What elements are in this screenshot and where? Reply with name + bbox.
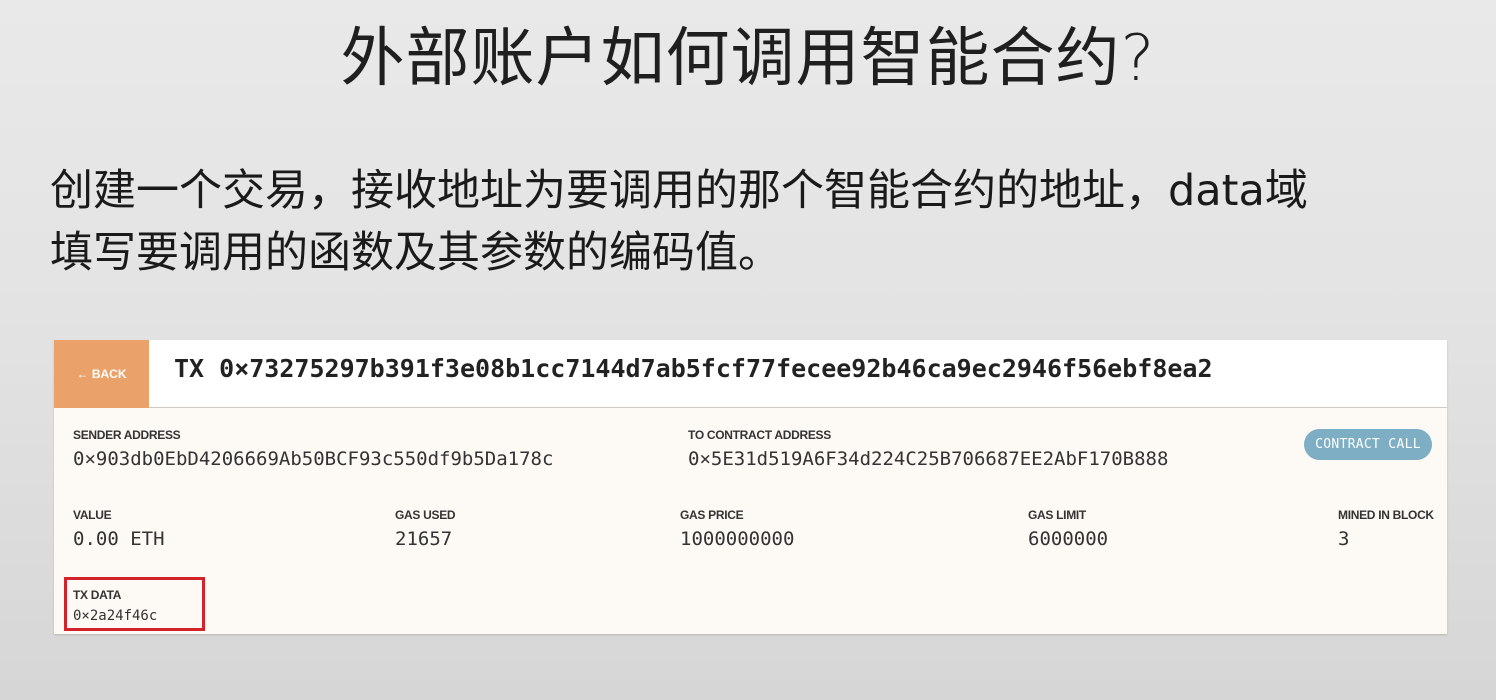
tx-data-highlight-box [64,577,205,631]
to-contract-address-label: TO CONTRACT ADDRESS [688,428,831,442]
sender-address-value: 0×903db0EbD4206669Ab50BCF93c550df9b5Da17… [73,448,554,470]
value-label: VALUE [73,508,112,522]
gas-used-value: 21657 [395,528,453,550]
contract-call-badge: CONTRACT CALL [1304,429,1432,460]
transaction-hash: TX 0×73275297b391f3e08b1cc7144d7ab5fcf77… [174,354,1213,383]
mined-in-block-label: MINED IN BLOCK [1338,508,1434,522]
gas-price-value: 1000000000 [680,528,795,550]
back-button[interactable]: ← BACK [54,340,149,408]
slide-body: 创建一个交易，接收地址为要调用的那个智能合约的地址，data域 填写要调用的函数… [50,160,1470,284]
value-amount: 0.00 ETH [73,528,165,550]
body-line-2: 填写要调用的函数及其参数的编码值。 [50,228,781,278]
slide-title: 外部账户如何调用智能合约? [340,22,1156,96]
sender-address-label: SENDER ADDRESS [73,428,181,442]
transaction-header: ← BACK TX 0×73275297b391f3e08b1cc7144d7a… [54,340,1447,408]
gas-price-label: GAS PRICE [680,508,744,522]
transaction-panel: ← BACK TX 0×73275297b391f3e08b1cc7144d7a… [54,340,1447,634]
to-contract-address-value: 0×5E31d519A6F34d224C25B706687EE2AbF170B8… [688,448,1169,470]
gas-used-label: GAS USED [395,508,456,522]
gas-limit-value: 6000000 [1028,528,1109,550]
body-line-1: 创建一个交易，接收地址为要调用的那个智能合约的地址，data域 [50,166,1308,216]
gas-limit-label: GAS LIMIT [1028,508,1086,522]
mined-in-block-value: 3 [1338,528,1350,550]
